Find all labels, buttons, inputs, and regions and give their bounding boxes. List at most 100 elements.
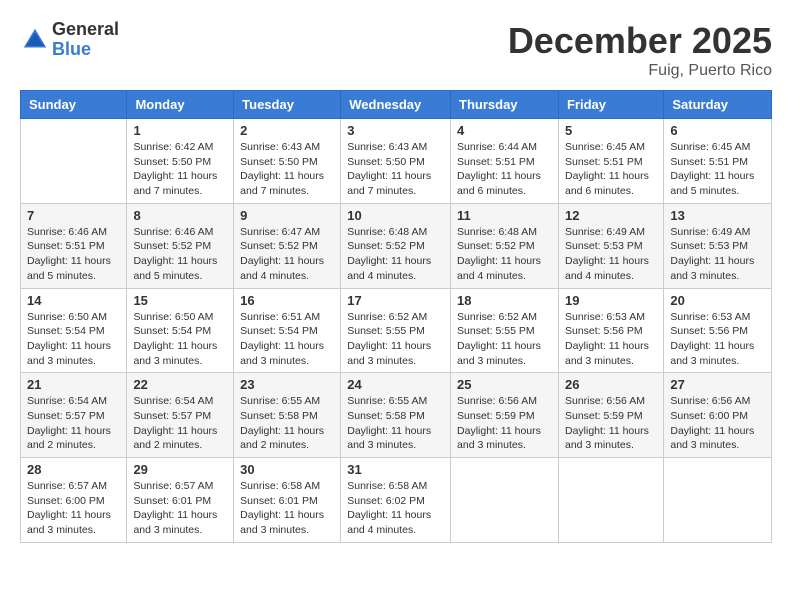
sunrise-text: Sunrise: 6:47 AM xyxy=(240,226,320,238)
sunrise-text: Sunrise: 6:48 AM xyxy=(347,226,427,238)
table-row: 27 Sunrise: 6:56 AM Sunset: 6:00 PM Dayl… xyxy=(664,373,772,458)
day-info: Sunrise: 6:58 AM Sunset: 6:01 PM Dayligh… xyxy=(240,479,334,538)
day-number: 6 xyxy=(670,123,765,138)
day-info: Sunrise: 6:57 AM Sunset: 6:01 PM Dayligh… xyxy=(133,479,227,538)
daylight-text: Daylight: 11 hours and 5 minutes. xyxy=(670,170,754,197)
table-row: 1 Sunrise: 6:42 AM Sunset: 5:50 PM Dayli… xyxy=(127,119,234,204)
day-number: 21 xyxy=(27,377,120,392)
day-info: Sunrise: 6:56 AM Sunset: 5:59 PM Dayligh… xyxy=(565,394,657,453)
day-info: Sunrise: 6:45 AM Sunset: 5:51 PM Dayligh… xyxy=(670,140,765,199)
header-sunday: Sunday xyxy=(21,91,127,119)
sunset-text: Sunset: 5:56 PM xyxy=(670,325,748,337)
day-number: 11 xyxy=(457,208,552,223)
sunrise-text: Sunrise: 6:43 AM xyxy=(240,141,320,153)
day-info: Sunrise: 6:54 AM Sunset: 5:57 PM Dayligh… xyxy=(133,394,227,453)
table-row xyxy=(21,119,127,204)
daylight-text: Daylight: 11 hours and 3 minutes. xyxy=(27,509,111,536)
day-number: 7 xyxy=(27,208,120,223)
sunset-text: Sunset: 5:52 PM xyxy=(457,240,535,252)
header-saturday: Saturday xyxy=(664,91,772,119)
sunset-text: Sunset: 5:51 PM xyxy=(457,156,535,168)
table-row: 5 Sunrise: 6:45 AM Sunset: 5:51 PM Dayli… xyxy=(558,119,663,204)
table-row: 6 Sunrise: 6:45 AM Sunset: 5:51 PM Dayli… xyxy=(664,119,772,204)
sunrise-text: Sunrise: 6:42 AM xyxy=(133,141,213,153)
sunrise-text: Sunrise: 6:50 AM xyxy=(133,311,213,323)
sunrise-text: Sunrise: 6:46 AM xyxy=(27,226,107,238)
day-info: Sunrise: 6:50 AM Sunset: 5:54 PM Dayligh… xyxy=(133,310,227,369)
day-info: Sunrise: 6:44 AM Sunset: 5:51 PM Dayligh… xyxy=(457,140,552,199)
sunrise-text: Sunrise: 6:48 AM xyxy=(457,226,537,238)
daylight-text: Daylight: 11 hours and 6 minutes. xyxy=(457,170,541,197)
sunrise-text: Sunrise: 6:56 AM xyxy=(565,395,645,407)
day-info: Sunrise: 6:48 AM Sunset: 5:52 PM Dayligh… xyxy=(457,225,552,284)
day-info: Sunrise: 6:50 AM Sunset: 5:54 PM Dayligh… xyxy=(27,310,120,369)
daylight-text: Daylight: 11 hours and 3 minutes. xyxy=(670,425,754,452)
day-info: Sunrise: 6:55 AM Sunset: 5:58 PM Dayligh… xyxy=(240,394,334,453)
calendar-week-row: 21 Sunrise: 6:54 AM Sunset: 5:57 PM Dayl… xyxy=(21,373,772,458)
daylight-text: Daylight: 11 hours and 3 minutes. xyxy=(133,340,217,367)
daylight-text: Daylight: 11 hours and 6 minutes. xyxy=(565,170,649,197)
table-row xyxy=(451,458,559,543)
day-info: Sunrise: 6:46 AM Sunset: 5:51 PM Dayligh… xyxy=(27,225,120,284)
header-monday: Monday xyxy=(127,91,234,119)
sunrise-text: Sunrise: 6:56 AM xyxy=(457,395,537,407)
daylight-text: Daylight: 11 hours and 3 minutes. xyxy=(347,340,431,367)
table-row: 7 Sunrise: 6:46 AM Sunset: 5:51 PM Dayli… xyxy=(21,203,127,288)
table-row: 12 Sunrise: 6:49 AM Sunset: 5:53 PM Dayl… xyxy=(558,203,663,288)
location: Fuig, Puerto Rico xyxy=(508,62,772,80)
sunset-text: Sunset: 5:54 PM xyxy=(133,325,211,337)
day-info: Sunrise: 6:55 AM Sunset: 5:58 PM Dayligh… xyxy=(347,394,444,453)
sunset-text: Sunset: 5:58 PM xyxy=(347,410,425,422)
table-row: 8 Sunrise: 6:46 AM Sunset: 5:52 PM Dayli… xyxy=(127,203,234,288)
sunset-text: Sunset: 5:51 PM xyxy=(27,240,105,252)
daylight-text: Daylight: 11 hours and 2 minutes. xyxy=(27,425,111,452)
day-number: 28 xyxy=(27,462,120,477)
sunrise-text: Sunrise: 6:45 AM xyxy=(670,141,750,153)
sunrise-text: Sunrise: 6:52 AM xyxy=(347,311,427,323)
sunrise-text: Sunrise: 6:45 AM xyxy=(565,141,645,153)
daylight-text: Daylight: 11 hours and 3 minutes. xyxy=(670,340,754,367)
table-row: 23 Sunrise: 6:55 AM Sunset: 5:58 PM Dayl… xyxy=(234,373,341,458)
daylight-text: Daylight: 11 hours and 3 minutes. xyxy=(457,425,541,452)
calendar-week-row: 1 Sunrise: 6:42 AM Sunset: 5:50 PM Dayli… xyxy=(21,119,772,204)
day-number: 4 xyxy=(457,123,552,138)
table-row xyxy=(664,458,772,543)
sunset-text: Sunset: 5:51 PM xyxy=(565,156,643,168)
day-number: 10 xyxy=(347,208,444,223)
day-number: 27 xyxy=(670,377,765,392)
sunrise-text: Sunrise: 6:56 AM xyxy=(670,395,750,407)
table-row: 9 Sunrise: 6:47 AM Sunset: 5:52 PM Dayli… xyxy=(234,203,341,288)
logo: General Blue xyxy=(20,20,119,60)
sunrise-text: Sunrise: 6:57 AM xyxy=(133,480,213,492)
calendar-week-row: 28 Sunrise: 6:57 AM Sunset: 6:00 PM Dayl… xyxy=(21,458,772,543)
day-info: Sunrise: 6:58 AM Sunset: 6:02 PM Dayligh… xyxy=(347,479,444,538)
day-number: 24 xyxy=(347,377,444,392)
day-number: 26 xyxy=(565,377,657,392)
sunset-text: Sunset: 5:53 PM xyxy=(565,240,643,252)
day-number: 13 xyxy=(670,208,765,223)
daylight-text: Daylight: 11 hours and 4 minutes. xyxy=(347,255,431,282)
calendar-week-row: 14 Sunrise: 6:50 AM Sunset: 5:54 PM Dayl… xyxy=(21,288,772,373)
sunrise-text: Sunrise: 6:54 AM xyxy=(27,395,107,407)
day-info: Sunrise: 6:43 AM Sunset: 5:50 PM Dayligh… xyxy=(347,140,444,199)
daylight-text: Daylight: 11 hours and 5 minutes. xyxy=(27,255,111,282)
month-title: December 2025 xyxy=(508,20,772,62)
sunrise-text: Sunrise: 6:49 AM xyxy=(670,226,750,238)
day-info: Sunrise: 6:49 AM Sunset: 5:53 PM Dayligh… xyxy=(670,225,765,284)
day-info: Sunrise: 6:52 AM Sunset: 5:55 PM Dayligh… xyxy=(457,310,552,369)
table-row: 18 Sunrise: 6:52 AM Sunset: 5:55 PM Dayl… xyxy=(451,288,559,373)
daylight-text: Daylight: 11 hours and 3 minutes. xyxy=(565,425,649,452)
sunrise-text: Sunrise: 6:50 AM xyxy=(27,311,107,323)
page-header: General Blue December 2025 Fuig, Puerto … xyxy=(20,20,772,80)
header-thursday: Thursday xyxy=(451,91,559,119)
sunset-text: Sunset: 6:00 PM xyxy=(27,495,105,507)
day-number: 15 xyxy=(133,293,227,308)
day-info: Sunrise: 6:42 AM Sunset: 5:50 PM Dayligh… xyxy=(133,140,227,199)
day-number: 29 xyxy=(133,462,227,477)
calendar-header-row: Sunday Monday Tuesday Wednesday Thursday… xyxy=(21,91,772,119)
table-row: 24 Sunrise: 6:55 AM Sunset: 5:58 PM Dayl… xyxy=(341,373,451,458)
sunset-text: Sunset: 5:50 PM xyxy=(133,156,211,168)
day-info: Sunrise: 6:57 AM Sunset: 6:00 PM Dayligh… xyxy=(27,479,120,538)
table-row: 30 Sunrise: 6:58 AM Sunset: 6:01 PM Dayl… xyxy=(234,458,341,543)
day-info: Sunrise: 6:43 AM Sunset: 5:50 PM Dayligh… xyxy=(240,140,334,199)
